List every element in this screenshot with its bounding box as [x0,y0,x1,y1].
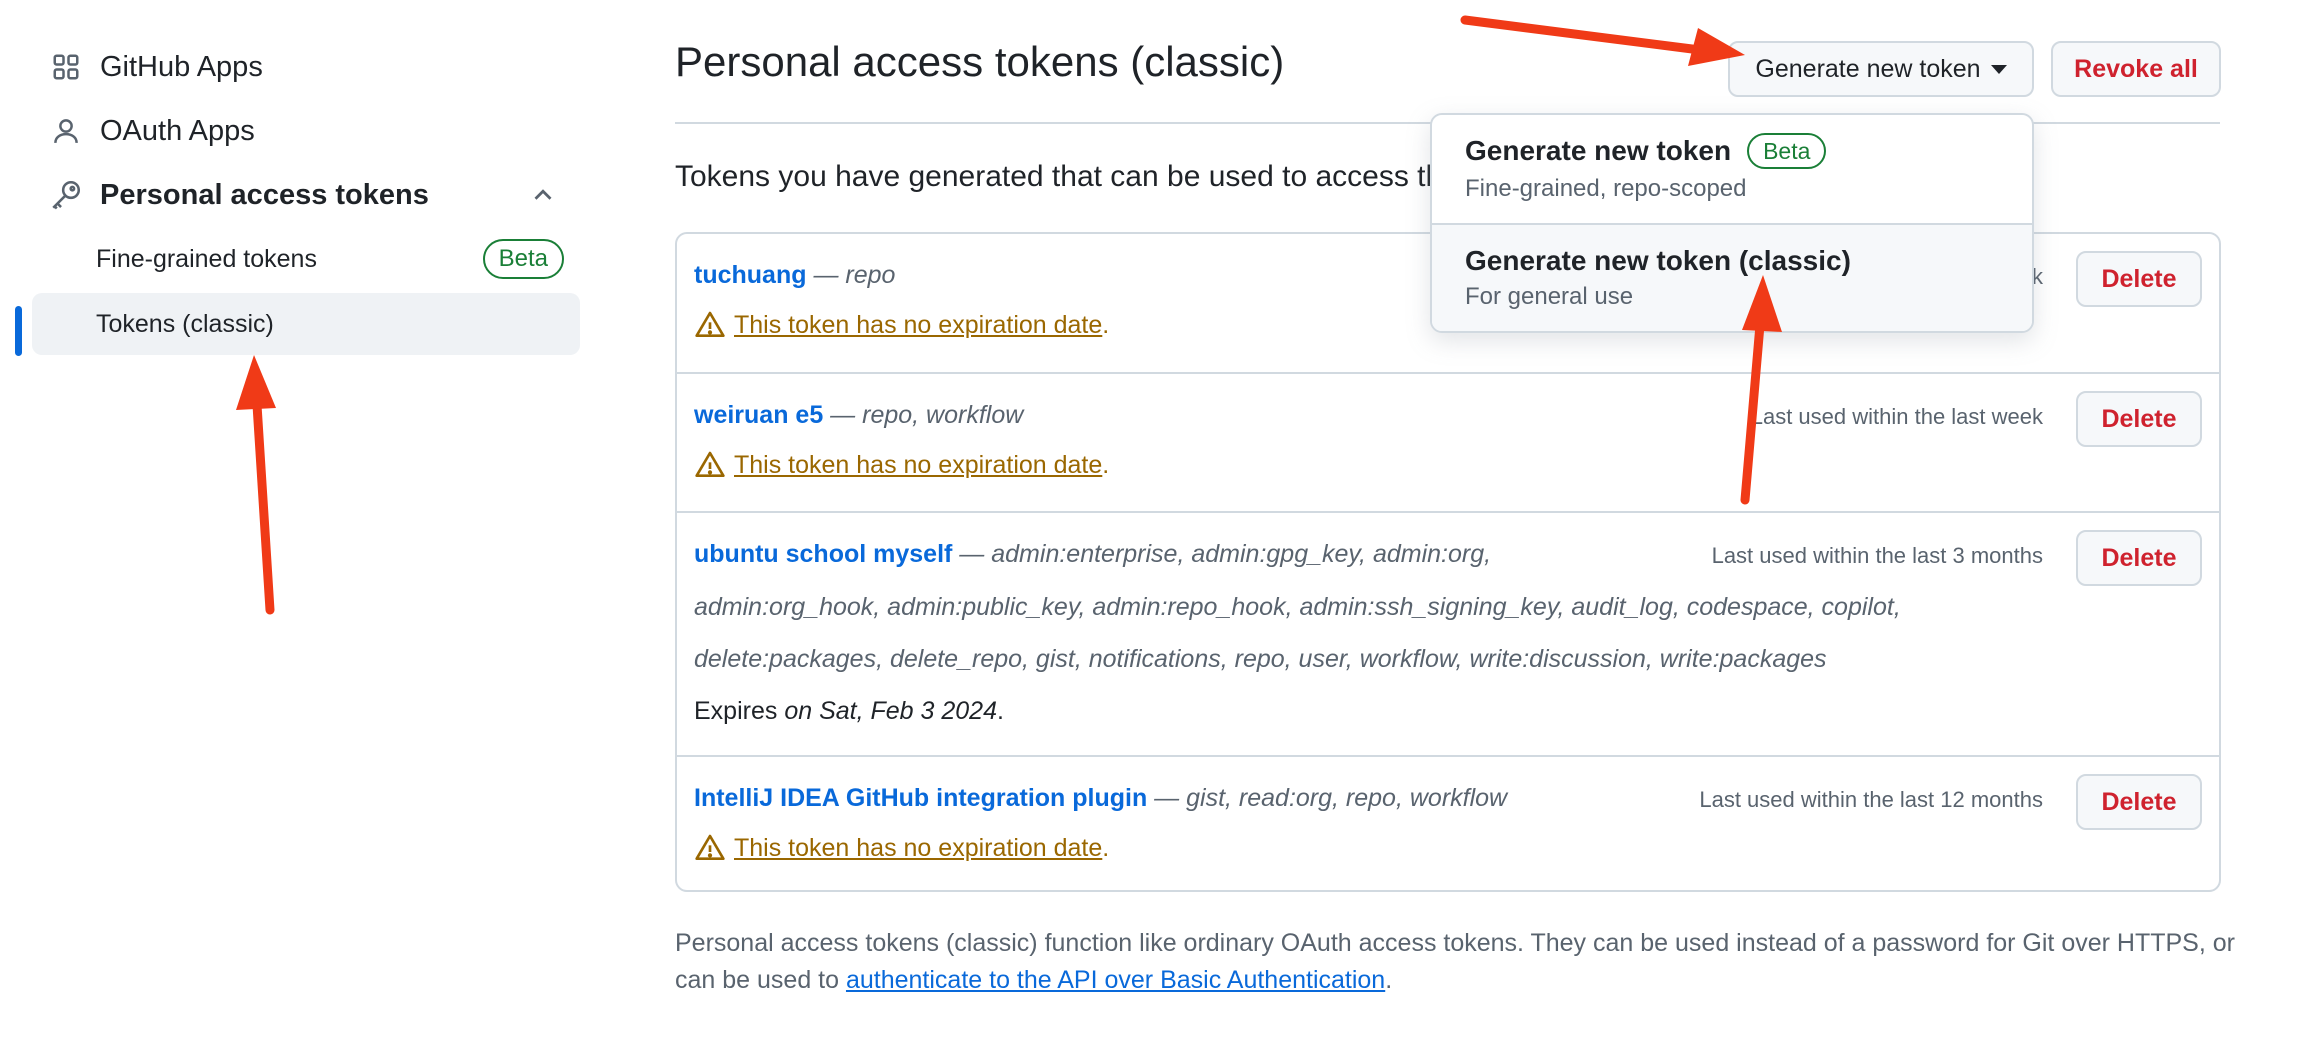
key-icon [46,175,86,215]
expiration-text: Expires on Sat, Feb 3 2024. [694,697,1004,725]
page-title: Personal access tokens (classic) [675,38,1285,85]
token-row: weiruan e5 — repo, workflow This token h… [677,372,2219,511]
token-scopes: — gist, read:org, repo, workflow [1147,784,1508,812]
token-scopes: — repo [806,261,896,289]
token-name-link[interactable]: tuchuang [694,261,807,289]
caret-down-icon [1990,64,2007,74]
chevron-up-icon[interactable] [528,180,558,210]
expiration-warning: This token has no expiration date. [694,309,1109,341]
sidebar-sub-label: Tokens (classic) [96,309,274,338]
expiration-warning: This token has no expiration date. [694,449,1109,481]
delete-token-button[interactable]: Delete [2076,251,2202,307]
footnote: Personal access tokens (classic) functio… [675,925,2235,999]
sidebar-item-fine-grained-tokens[interactable]: Fine-grained tokens Beta [32,228,580,290]
generate-token-dropdown: Generate new token Beta Fine-grained, re… [1430,113,2034,333]
expires-prefix: Expires [694,697,785,725]
sidebar-sub-label: Fine-grained tokens [96,244,317,273]
token-name-link[interactable]: ubuntu school myself [694,540,952,568]
token-row: IntelliJ IDEA GitHub integration plugin … [677,755,2219,892]
menu-item-generate-fine-grained[interactable]: Generate new token Beta Fine-grained, re… [1432,115,2032,223]
delete-token-button[interactable]: Delete [2076,530,2202,586]
menu-item-desc: Fine-grained, repo-scoped [1465,175,1747,202]
menu-item-desc: For general use [1465,283,1634,310]
token-header: ubuntu school myself — admin:enterprise,… [694,540,1491,569]
sidebar-item-label: Personal access tokens [100,178,429,211]
alert-triangle-icon [695,834,725,860]
last-used-text: Last used within the last 12 months [1699,787,2043,812]
delete-token-button[interactable]: Delete [2076,774,2202,830]
menu-item-title: Generate new token (classic) [1465,245,1851,276]
last-used-text: Last used within the last 3 months [1711,543,2043,568]
token-header: IntelliJ IDEA GitHub integration plugin … [694,784,1507,813]
expiration-warning: This token has no expiration date. [694,832,1109,864]
sidebar-item-label: GitHub Apps [100,50,263,83]
token-scopes-continued: delete:packages, delete_repo, gist, noti… [694,645,1827,673]
token-header: weiruan e5 — repo, workflow [694,401,1023,430]
apps-grid-icon [46,47,86,87]
sidebar-item-github-apps[interactable]: GitHub Apps [32,38,580,96]
token-scopes: — repo, workflow [823,401,1024,429]
generate-new-token-button[interactable]: Generate new token [1728,41,2034,97]
beta-badge: Beta [1747,133,1827,169]
revoke-all-button[interactable]: Revoke all [2051,41,2221,97]
menu-item-title: Generate new token Beta [1465,133,2032,169]
active-indicator [15,306,22,356]
beta-badge: Beta [482,239,564,279]
token-name-link[interactable]: weiruan e5 [694,401,823,429]
menu-item-generate-classic[interactable]: Generate new token (classic) For general… [1432,223,2032,331]
last-used-text: Last used within the last week [1750,404,2043,429]
footnote-end: . [1385,966,1393,994]
menu-item-title-text: Generate new token [1465,135,1732,166]
basic-auth-link[interactable]: authenticate to the API over Basic Authe… [846,966,1385,994]
token-header: tuchuang — repo [694,261,895,290]
page: GitHub Apps OAuth Apps Personal access t… [0,0,2302,1048]
warning-link[interactable]: This token has no expiration date [734,451,1102,480]
annotation-arrow [236,355,276,615]
sidebar-item-oauth-apps[interactable]: OAuth Apps [32,102,580,160]
sidebar-item-label: OAuth Apps [100,114,255,147]
token-row: ubuntu school myself — admin:enterprise,… [677,511,2219,755]
delete-token-button[interactable]: Delete [2076,391,2202,447]
warning-link[interactable]: This token has no expiration date [734,834,1102,863]
token-name-link[interactable]: IntelliJ IDEA GitHub integration plugin [694,784,1147,812]
expires-date: on Sat, Feb 3 2024 [784,697,997,725]
token-scopes-continued: admin:org_hook, admin:public_key, admin:… [694,593,1901,621]
alert-triangle-icon [695,311,725,337]
person-icon [46,111,86,151]
intro-text: Tokens you have generated that can be us… [675,160,1459,193]
warning-link[interactable]: This token has no expiration date [734,311,1102,340]
token-scopes: — admin:enterprise, admin:gpg_key, admin… [952,540,1492,568]
sidebar-item-personal-access-tokens[interactable]: Personal access tokens [32,166,580,224]
generate-label: Generate new token [1755,54,1981,83]
sidebar-item-tokens-classic[interactable]: Tokens (classic) [32,293,580,355]
annotation-arrow [1460,15,1745,66]
alert-triangle-icon [695,451,725,477]
